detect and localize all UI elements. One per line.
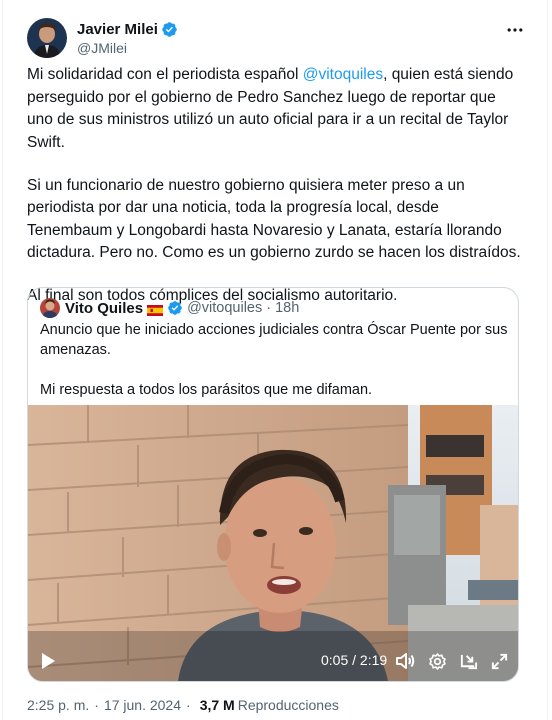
tweet-paragraph-2: Si un funcionario de nuestro gobierno qu…	[27, 176, 521, 262]
quote-timestamp[interactable]: 18h	[275, 300, 299, 316]
left-border	[2, 0, 3, 720]
video-time-display: 0:05 / 2:19	[321, 652, 388, 668]
mention-link[interactable]: @vitoquiles	[303, 66, 383, 83]
video-frame	[28, 405, 518, 681]
author-handle[interactable]: @JMilei	[77, 40, 178, 56]
verified-badge-icon	[167, 300, 183, 316]
video-player[interactable]: 0:05 / 2:19	[28, 405, 518, 681]
video-controls: 0:05 / 2:19	[28, 641, 518, 681]
quote-avatar[interactable]	[40, 298, 60, 318]
author-name-row: Javier Milei	[77, 21, 178, 38]
tweet-header: Javier Milei @JMilei	[27, 16, 527, 60]
volume-icon[interactable]	[394, 651, 416, 671]
more-icon[interactable]	[503, 18, 527, 42]
tweet-date[interactable]: 17 jun. 2024	[104, 697, 181, 713]
quote-paragraph-1: Anuncio que he iniciado acciones judicia…	[40, 322, 508, 358]
quote-dot: ·	[266, 300, 272, 316]
author-block: Javier Milei @JMilei	[77, 21, 178, 56]
author-name[interactable]: Javier Milei	[77, 21, 158, 38]
tweet-footer: 2:25 p. m. · 17 jun. 2024 · 3,7 M Reprod…	[27, 697, 339, 713]
fullscreen-icon[interactable]	[488, 651, 510, 671]
quote-header: Vito Quiles @vitoquiles · 18h	[40, 297, 299, 319]
footer-separator: ·	[186, 697, 191, 713]
verified-badge-icon	[161, 21, 178, 38]
views-count: 3,7 M	[199, 697, 235, 713]
tweet-time[interactable]: 2:25 p. m.	[27, 697, 89, 713]
views-label: Reproducciones	[237, 697, 339, 713]
quoted-tweet[interactable]: Vito Quiles @vitoquiles · 18h Anuncio qu…	[27, 287, 519, 682]
tweet-paragraph-1: Mi solidaridad con el periodista español…	[27, 64, 523, 154]
quote-author-name[interactable]: Vito Quiles	[65, 300, 143, 317]
tweet-text-segment: Mi solidaridad con el periodista español	[27, 66, 303, 83]
play-icon[interactable]	[38, 651, 58, 671]
quote-paragraph-2: Mi respuesta a todos los parásitos que m…	[40, 382, 373, 398]
quote-author-handle[interactable]: @vitoquiles	[187, 300, 262, 316]
avatar[interactable]	[27, 18, 67, 58]
spain-flag-icon	[147, 303, 164, 316]
settings-icon[interactable]	[426, 651, 448, 671]
picture-in-picture-icon[interactable]	[457, 651, 479, 671]
footer-separator: ·	[94, 697, 99, 713]
right-border	[547, 0, 548, 720]
